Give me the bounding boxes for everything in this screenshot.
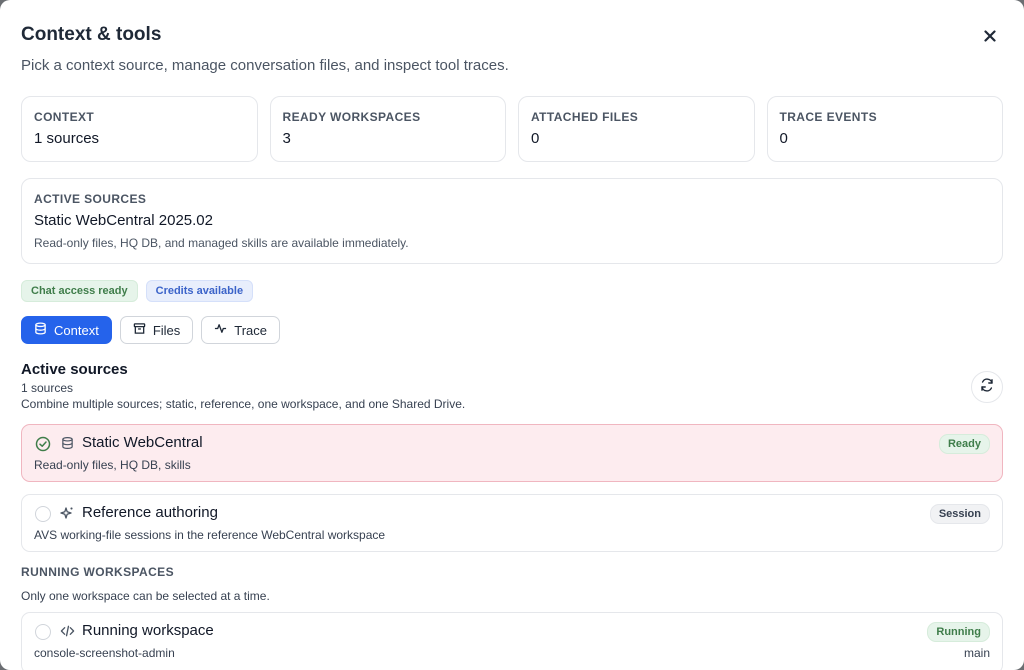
context-tools-dialog: Context & tools Pick a context source, m… (0, 0, 1024, 670)
source-item-static-webcentral[interactable]: Static WebCentral Read-only files, HQ DB… (21, 424, 1003, 482)
tab-files[interactable]: Files (119, 316, 194, 344)
status-badge: Running (927, 622, 990, 642)
stat-label: CONTEXT (34, 110, 95, 124)
stats-row: CONTEXT 1 sources READY WORKSPACES 3 ATT… (21, 96, 1003, 162)
stat-value: 1 sources (34, 130, 100, 147)
database-icon (34, 322, 47, 338)
workspace-name: Running workspace (82, 622, 214, 639)
status-badge: Ready (938, 434, 990, 454)
stat-ready-workspaces: READY WORKSPACES 3 (269, 96, 506, 162)
status-badge: Session (929, 504, 990, 524)
tab-label: Files (152, 322, 181, 338)
stat-context: CONTEXT 1 sources (21, 96, 258, 162)
dialog-title: Context & tools (21, 24, 162, 45)
tab-label: Trace (234, 322, 268, 338)
refresh-icon (980, 377, 994, 397)
dialog-subtitle: Pick a context source, manage conversati… (21, 57, 509, 74)
workspace-description: console-screenshot-admin (34, 646, 175, 660)
code-icon (59, 623, 75, 639)
radio-circle-icon (35, 506, 51, 522)
source-item-reference-authoring[interactable]: Reference authoring AVS working-file ses… (21, 494, 1003, 552)
workspaces-hint: Only one workspace can be selected at a … (21, 589, 270, 603)
tab-context[interactable]: Context (21, 316, 112, 344)
active-source-name: Static WebCentral 2025.02 (34, 212, 213, 229)
stat-label: TRACE EVENTS (779, 110, 877, 124)
workspace-item-running[interactable]: Running workspace console-screenshot-adm… (21, 612, 1003, 670)
tab-trace[interactable]: Trace (201, 316, 281, 344)
close-icon (984, 29, 996, 47)
active-source-description: Read-only files, HQ DB, and managed skil… (34, 236, 409, 250)
branch-label: main (963, 646, 990, 660)
section-hint: Combine multiple sources; static, refere… (21, 397, 466, 411)
radio-circle-icon (35, 624, 51, 640)
stat-attached-files: ATTACHED FILES 0 (518, 96, 755, 162)
check-circle-icon (35, 436, 51, 452)
stat-label: ATTACHED FILES (531, 110, 639, 124)
workspaces-label: RUNNING WORKSPACES (21, 565, 174, 579)
archive-icon (133, 322, 146, 338)
stat-value: 3 (282, 130, 291, 147)
active-sources-label: ACTIVE SOURCES (34, 192, 147, 206)
close-button[interactable] (978, 26, 1002, 50)
database-icon (59, 435, 75, 451)
source-name: Static WebCentral (82, 434, 203, 451)
sparkles-icon (59, 505, 75, 521)
activity-icon (214, 322, 227, 338)
stat-value: 0 (779, 130, 788, 147)
tab-bar: Context Files Trace (21, 316, 281, 344)
source-description: Read-only files, HQ DB, skills (34, 458, 191, 472)
section-title: Active sources (21, 361, 128, 378)
status-badges: Chat access ready Credits available (21, 280, 254, 302)
refresh-button[interactable] (971, 371, 1003, 403)
section-count: 1 sources (21, 381, 74, 395)
active-sources-card: ACTIVE SOURCES Static WebCentral 2025.02… (21, 178, 1003, 264)
source-description: AVS working-file sessions in the referen… (34, 528, 386, 542)
tab-label: Context (54, 322, 99, 338)
stat-label: READY WORKSPACES (282, 110, 421, 124)
stat-trace-events: TRACE EVENTS 0 (766, 96, 1003, 162)
stat-value: 0 (531, 130, 540, 147)
credits-badge: Credits available (145, 280, 254, 302)
chat-access-badge: Chat access ready (21, 280, 138, 302)
source-name: Reference authoring (82, 504, 218, 521)
